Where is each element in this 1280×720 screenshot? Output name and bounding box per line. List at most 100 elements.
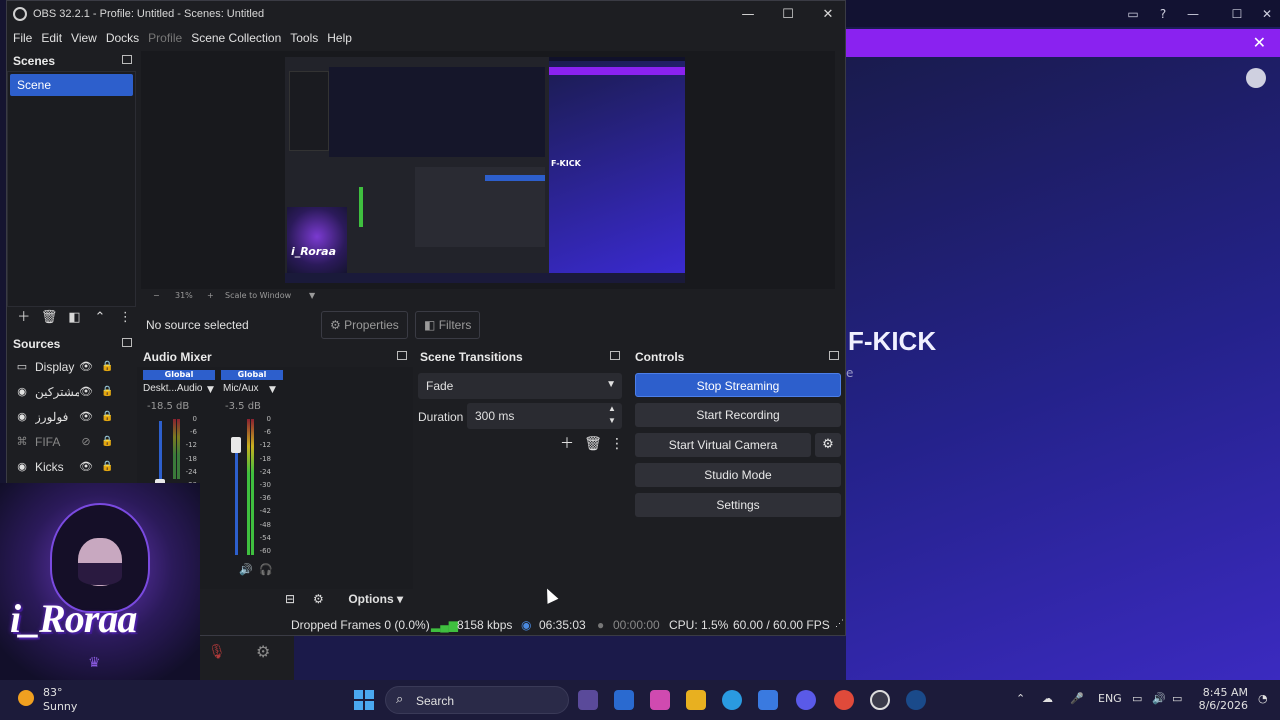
more-options-icon[interactable]: ⋮ — [113, 306, 138, 330]
windows-start-icon[interactable] — [354, 690, 374, 710]
inbox-icon[interactable]: ▭ — [1124, 5, 1142, 23]
language-indicator[interactable]: ENG — [1098, 692, 1122, 705]
cloud-icon[interactable]: ☁ — [1042, 692, 1053, 705]
menu-file[interactable]: File — [13, 28, 38, 49]
more-options-icon[interactable]: ⋮ — [608, 435, 626, 453]
chevron-down-icon[interactable]: ▼ — [309, 291, 315, 300]
add-transition-icon[interactable]: ＋ — [558, 435, 576, 453]
options-button[interactable]: Options ▾ — [348, 592, 403, 606]
notifications-icon[interactable]: ◔ — [1258, 692, 1268, 705]
visibility-icon[interactable]: 👁 — [79, 385, 93, 398]
system-clock[interactable]: 8:45 AM 8/6/2026 — [1196, 686, 1248, 712]
add-scene-icon[interactable]: ＋ — [11, 306, 36, 330]
ea-app-icon[interactable] — [614, 690, 634, 710]
obs-taskbar-icon[interactable] — [870, 690, 890, 710]
edge-browser-icon[interactable] — [722, 690, 742, 710]
gear-icon[interactable]: ⚙ — [256, 642, 270, 661]
close-icon[interactable]: ✕ — [1258, 5, 1276, 23]
volume-icon[interactable]: 🔊 — [1152, 692, 1166, 705]
taskbar-search[interactable]: ⌕ Search — [385, 686, 569, 714]
stop-streaming-button[interactable]: Stop Streaming — [635, 373, 841, 397]
source-name: FIFA — [35, 434, 61, 449]
maximize-button[interactable]: ☐ — [773, 5, 803, 25]
virtual-camera-settings-gear-icon[interactable]: ⚙ — [815, 433, 841, 457]
chrome-icon[interactable] — [834, 690, 854, 710]
steam-icon[interactable] — [906, 690, 926, 710]
menu-edit[interactable]: Edit — [41, 28, 68, 49]
discord-icon[interactable] — [796, 690, 816, 710]
dock-float-icon[interactable] — [122, 338, 132, 347]
banner-close-icon[interactable]: ✕ — [1253, 33, 1266, 52]
scene-item[interactable]: Scene — [10, 74, 133, 96]
settings-button[interactable]: Settings — [635, 493, 841, 517]
help-icon[interactable]: ? — [1154, 5, 1172, 23]
scale-mode[interactable]: Scale to Window — [225, 291, 291, 300]
layout-icon[interactable]: ⊟ — [285, 592, 295, 606]
resize-grip-icon[interactable]: ⋰ — [835, 618, 844, 629]
visibility-icon[interactable]: 👁 — [79, 460, 93, 473]
spin-buttons[interactable]: ▲ ▼ — [606, 403, 618, 427]
visibility-icon[interactable]: 👁 — [79, 410, 93, 423]
minimize-button[interactable]: — — [733, 5, 763, 25]
dock-float-icon[interactable] — [397, 351, 407, 360]
maximize-icon[interactable]: ☐ — [1228, 5, 1246, 23]
microphone-icon[interactable]: 🎤 — [1070, 692, 1084, 705]
dock-float-icon[interactable] — [829, 351, 839, 360]
remove-scene-icon[interactable]: 🗑 — [36, 306, 61, 330]
remove-transition-icon[interactable]: 🗑 — [584, 435, 602, 453]
copilot-icon[interactable] — [650, 690, 670, 710]
weather-temp: 83° — [43, 686, 63, 699]
lock-icon[interactable]: 🔒 — [101, 461, 113, 472]
source-item-kicks[interactable]: ◉ Kicks 👁 🔒 — [7, 454, 138, 479]
filters-button[interactable]: ◧ Filters — [415, 311, 481, 339]
channel-db: -18.5 dB — [147, 401, 190, 412]
dock-float-icon[interactable] — [610, 351, 620, 360]
menu-scene-collection[interactable]: Scene Collection — [191, 28, 287, 49]
volume-slider[interactable] — [235, 445, 238, 555]
menu-profile[interactable]: Profile — [148, 28, 188, 49]
zoom-out-icon[interactable]: − — [153, 291, 160, 300]
network-icon[interactable]: ▭ — [1132, 692, 1142, 705]
channel-menu-icon[interactable]: ▼ — [269, 385, 276, 395]
chat-bubble-icon[interactable] — [1246, 68, 1266, 88]
studio-mode-button[interactable]: Studio Mode — [635, 463, 841, 487]
start-recording-button[interactable]: Start Recording — [635, 403, 841, 427]
tray-chevron-up-icon[interactable]: ⌃ — [1016, 692, 1025, 705]
close-button[interactable]: ✕ — [813, 5, 843, 25]
lock-icon[interactable]: 🔒 — [101, 436, 113, 447]
lock-icon[interactable]: 🔒 — [101, 411, 113, 422]
source-item-display[interactable]: ▭ Display 👁 🔒 — [7, 354, 138, 379]
preview-canvas[interactable]: F-KICK i_Roraa — [141, 51, 835, 289]
task-view-icon[interactable] — [578, 690, 598, 710]
menu-tools[interactable]: Tools — [290, 28, 324, 49]
file-explorer-icon[interactable] — [686, 690, 706, 710]
menu-docks[interactable]: Docks — [106, 28, 145, 49]
scene-filters-icon[interactable]: ◧ — [62, 306, 87, 330]
dock-float-icon[interactable] — [122, 55, 132, 64]
muted-mic-icon[interactable]: 🎙 — [208, 644, 226, 660]
menu-help[interactable]: Help — [327, 28, 358, 49]
volume-slider-handle[interactable] — [231, 437, 241, 453]
minimize-icon[interactable]: — — [1184, 5, 1202, 23]
properties-button[interactable]: ⚙ Properties — [321, 311, 408, 339]
menu-view[interactable]: View — [71, 28, 103, 49]
source-item-followers[interactable]: ◉ فولورز 👁 🔒 — [7, 404, 138, 429]
lock-icon[interactable]: 🔒 — [101, 361, 113, 372]
source-item-fifa[interactable]: ⌘ FIFA ⊘ 🔒 — [7, 429, 138, 454]
source-item-subscribers[interactable]: ◉ المشتركين 👁 🔒 — [7, 379, 138, 404]
battery-icon[interactable]: ▭ — [1172, 692, 1182, 705]
move-up-icon[interactable]: ⌃ — [87, 306, 112, 330]
advanced-audio-icon[interactable]: ⚙ — [313, 592, 324, 606]
visibility-icon[interactable]: 👁 — [79, 360, 93, 373]
volume-slider[interactable] — [159, 421, 162, 479]
start-virtual-camera-button[interactable]: Start Virtual Camera — [635, 433, 811, 457]
lock-icon[interactable]: 🔒 — [101, 386, 113, 397]
headphones-icon[interactable]: 🎧 — [259, 563, 273, 576]
duration-input[interactable]: 300 ms ▲ ▼ — [467, 403, 622, 429]
speaker-icon[interactable]: 🔊 — [239, 563, 253, 576]
hidden-eye-icon[interactable]: ⊘ — [79, 435, 93, 448]
microsoft-store-icon[interactable] — [758, 690, 778, 710]
zoom-in-icon[interactable]: + — [207, 291, 214, 300]
channel-menu-icon[interactable]: ▼ — [207, 385, 214, 395]
transition-select[interactable]: Fade ▼ — [418, 373, 622, 399]
